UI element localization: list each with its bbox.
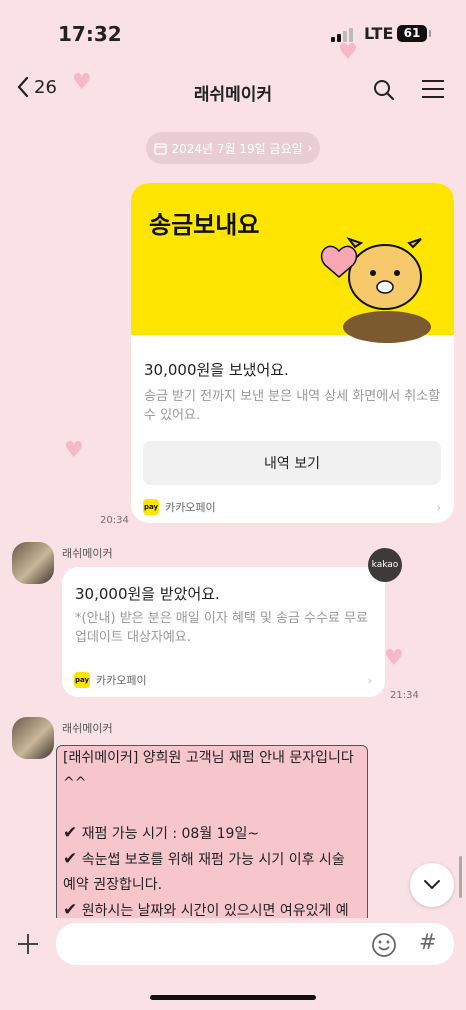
check-icon: ✔ [63, 849, 78, 869]
check-icon: ✔ [63, 900, 78, 920]
heart-icon: ♥ [384, 646, 404, 671]
emoji-icon[interactable] [371, 932, 397, 962]
chat-title: 래쉬메이커 [193, 85, 273, 105]
received-description: *(안내) 받은 분은 매일 이자 혜택 및 송금 수수료 무료 업데이트 대상… [75, 611, 369, 645]
transfer-card-banner: 송금보내요 [131, 183, 454, 343]
transfer-description: 송금 받기 전까지 보낸 분은 내역 상세 화면에서 취소할 수 있어요. [144, 389, 441, 423]
home-indicator [150, 995, 316, 1000]
status-bar: 17:32 LTE 61 [0, 0, 466, 60]
kakaopay-row[interactable]: pay 카카오페이 › [143, 498, 441, 516]
message-timestamp: 20:34 [100, 515, 129, 526]
chevron-down-icon [424, 880, 440, 890]
kakao-badge: kakao [368, 548, 402, 582]
message-bubble[interactable]: [래쉬메이커] 양희원 고객님 재펌 안내 문자입니다^^ ✔ 재펌 가능 시기… [56, 745, 368, 927]
input-bar: # [0, 918, 466, 1010]
chevron-right-icon: › [436, 500, 441, 514]
message-line: [래쉬메이커] 양희원 고객님 재펌 안내 문자입니다^^ [63, 750, 354, 791]
signal-icon [331, 28, 357, 42]
sender-name: 래쉬메이커 [62, 722, 113, 735]
message-line: 재펌 가능 시기 : 08월 19일~ [81, 826, 260, 842]
transfer-sent-card[interactable]: 송금보내요 30,000원을 보냈어요. 송금 받기 전까지 보낸 분은 내역 … [131, 183, 454, 523]
scroll-to-bottom-button[interactable] [410, 863, 454, 907]
search-icon[interactable] [372, 78, 396, 106]
network-label: LTE [364, 24, 394, 43]
transfer-amount: 30,000원을 보냈어요. [144, 361, 289, 379]
view-details-button[interactable]: 내역 보기 [143, 441, 441, 485]
transfer-card-title: 송금보내요 [149, 211, 260, 239]
mascot-with-heart-icon [320, 237, 431, 343]
kakaopay-label: 카카오페이 [96, 674, 147, 687]
kakaopay-logo-icon: pay [143, 499, 159, 515]
avatar[interactable] [12, 542, 54, 584]
calendar-icon [153, 142, 167, 155]
kakaopay-label: 카카오페이 [165, 501, 216, 514]
transfer-received-card[interactable]: 30,000원을 받았어요. *(안내) 받은 분은 매일 이자 혜택 및 송금… [62, 567, 385, 697]
heart-icon: ♥ [64, 438, 84, 463]
chevron-right-icon: › [367, 673, 372, 687]
kakaopay-logo-icon: pay [74, 672, 90, 688]
message-timestamp: 21:34 [390, 690, 419, 701]
date-label: 2024년 7월 19일 금요일 [171, 141, 303, 156]
menu-icon[interactable] [420, 78, 446, 104]
sender-name: 래쉬메이커 [62, 547, 113, 560]
chat-header: 26 래쉬메이커 [0, 68, 466, 112]
kakaopay-row[interactable]: pay 카카오페이 › [74, 671, 372, 689]
status-time: 17:32 [58, 22, 122, 46]
check-icon: ✔ [63, 823, 78, 843]
message-line: 속눈썹 보호를 위해 재펌 가능 시기 이후 시술 예약 권장합니다. [63, 852, 345, 893]
scrollbar[interactable] [459, 856, 462, 898]
chevron-right-icon: › [307, 141, 313, 155]
battery-icon: 61 [397, 25, 431, 42]
hashtag-button[interactable]: # [419, 930, 437, 954]
plus-icon[interactable] [16, 932, 40, 960]
date-divider[interactable]: 2024년 7월 19일 금요일 › [146, 132, 320, 164]
received-amount: 30,000원을 받았어요. [75, 585, 220, 603]
avatar[interactable] [12, 717, 54, 759]
